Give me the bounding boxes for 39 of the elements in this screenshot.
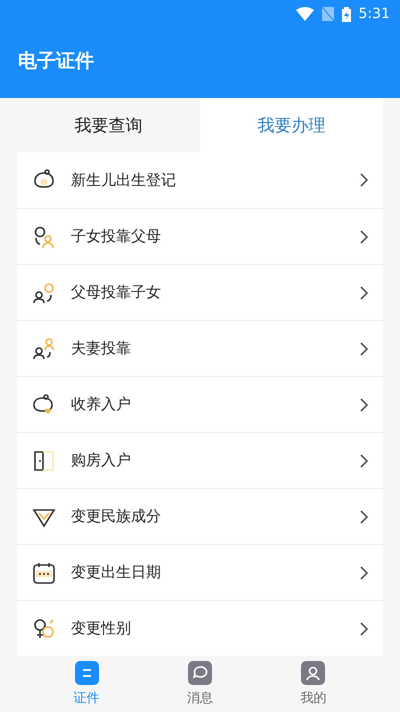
app-title: 电子证件 [18, 49, 94, 74]
chat-bubble-icon [188, 661, 212, 685]
list-item[interactable]: 父母投靠子女 [17, 264, 383, 320]
item-label: 新生儿出生登记 [71, 170, 177, 190]
item-label: 子女投靠父母 [71, 227, 162, 246]
item-label: 变更性别 [71, 619, 132, 638]
item-label: 变更民族成分 [71, 507, 162, 526]
user-icon [301, 661, 326, 685]
chevron-right-icon [359, 452, 369, 468]
list-item[interactable]: 新生儿出生登记 [17, 152, 383, 208]
battery-charging-icon [342, 6, 351, 22]
document-icon [74, 661, 99, 685]
tab[interactable]: 我要办理 [200, 98, 383, 152]
couple-icon [31, 336, 57, 362]
no-signal-icon [322, 7, 334, 21]
nav-item[interactable]: 消息 [186, 661, 213, 707]
list-item[interactable]: 收养入户 [17, 376, 383, 432]
item-label: 变更出生日期 [71, 563, 162, 582]
list-item[interactable]: 夫妻投靠 [17, 320, 383, 376]
chevron-right-icon [359, 620, 369, 636]
list-item[interactable]: 变更民族成分 [17, 488, 383, 544]
chevron-right-icon [359, 228, 369, 244]
chevron-right-icon [359, 340, 369, 356]
chevron-right-icon [359, 396, 369, 412]
wifi-icon [296, 7, 314, 21]
chevron-right-icon [359, 508, 369, 524]
chevron-right-icon [359, 564, 369, 580]
chevron-right-icon [359, 172, 369, 188]
nav-item[interactable]: 我的 [300, 661, 326, 707]
item-label: 夫妻投靠 [71, 339, 132, 358]
list-item[interactable]: 变更出生日期 [17, 544, 383, 600]
list-item[interactable]: 变更性别 [17, 600, 383, 656]
item-label: 购房入户 [71, 451, 132, 470]
item-label: 父母投靠子女 [71, 283, 162, 302]
list-item[interactable]: 购房入户 [17, 432, 383, 488]
list-item[interactable]: 子女投靠父母 [17, 208, 383, 264]
item-label: 收养入户 [71, 395, 132, 414]
status-time: 5:31 [358, 6, 390, 22]
chevron-right-icon [359, 284, 369, 300]
